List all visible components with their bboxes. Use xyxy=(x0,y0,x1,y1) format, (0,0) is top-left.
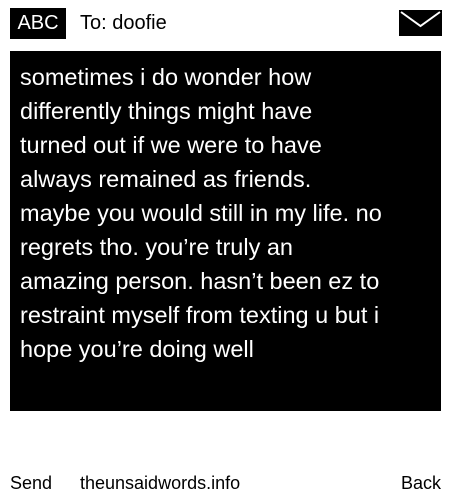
message-body[interactable]: sometimes i do wonder how differently th… xyxy=(10,51,441,411)
message-header: ABC To: doofie xyxy=(0,0,450,46)
message-text: sometimes i do wonder how differently th… xyxy=(20,64,382,362)
input-mode-badge[interactable]: ABC xyxy=(10,8,66,39)
softkey-bar: Send theunsaidwords.info Back xyxy=(0,470,450,496)
envelope-icon[interactable] xyxy=(399,10,442,36)
site-link[interactable]: theunsaidwords.info xyxy=(80,470,240,496)
recipient-label: To: doofie xyxy=(80,12,167,34)
send-button[interactable]: Send xyxy=(10,470,52,496)
back-button[interactable]: Back xyxy=(401,470,441,496)
